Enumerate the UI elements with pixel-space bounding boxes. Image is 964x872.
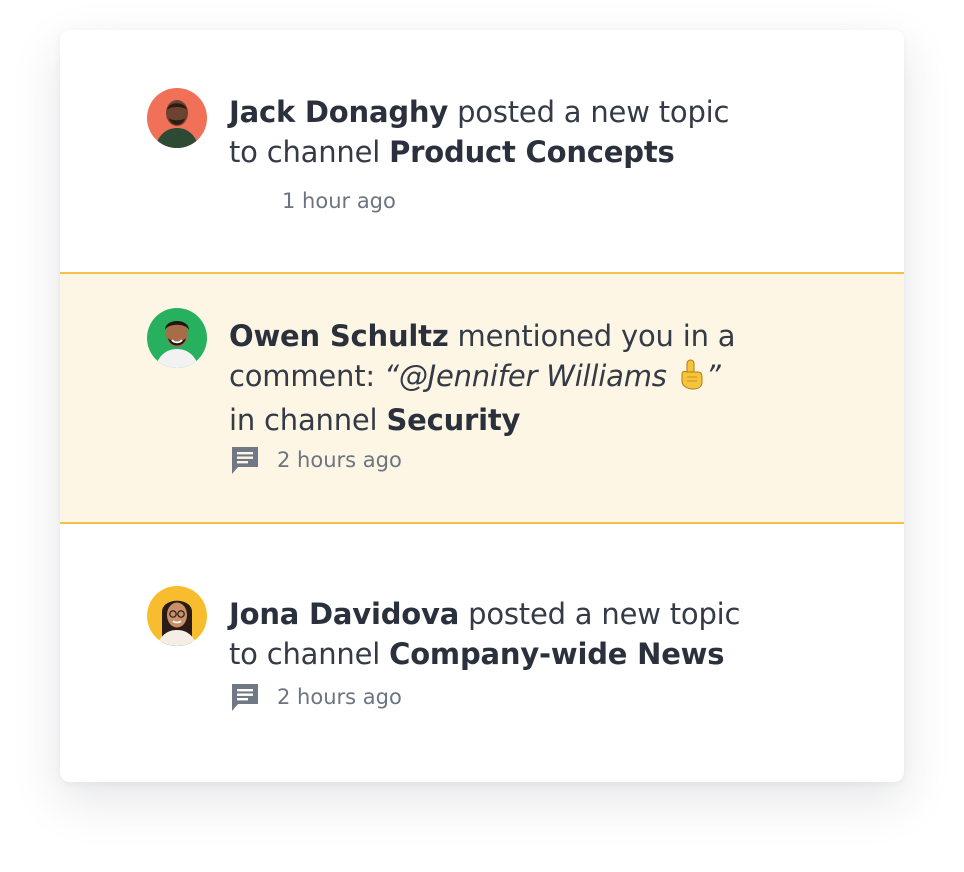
notification-meta: 2 hours ago	[229, 444, 402, 476]
action-text: comment:	[229, 359, 375, 393]
channel-name[interactable]: Product Concepts	[389, 135, 675, 169]
notification-text: Jack Donaghy posted a new topic to chann…	[229, 92, 749, 172]
action-text: to channel	[229, 637, 381, 671]
notification-text: Jona Davidova posted a new topic to chan…	[229, 594, 749, 674]
avatar-jona-davidova-icon	[147, 586, 207, 646]
timestamp: 2 hours ago	[277, 685, 402, 709]
action-text: to channel	[229, 135, 381, 169]
avatar[interactable]	[147, 586, 207, 646]
notification-text: Owen Schultz mentioned you in a comment:…	[229, 316, 749, 440]
comment-icon	[232, 684, 258, 711]
mention-text: @Jennifer Williams	[398, 359, 667, 393]
actor-name[interactable]: Jack Donaghy	[229, 95, 448, 129]
timestamp: 2 hours ago	[277, 448, 402, 472]
actor-name[interactable]: Jona Davidova	[229, 597, 459, 631]
channel-name[interactable]: Security	[386, 403, 520, 437]
avatar-owen-schultz-icon	[147, 308, 207, 368]
timestamp: 1 hour ago	[282, 189, 396, 213]
comment-icon	[232, 447, 258, 474]
avatar[interactable]	[147, 88, 207, 148]
action-text: in channel	[229, 403, 378, 437]
actor-name[interactable]: Owen Schultz	[229, 319, 449, 353]
quote-close: ”	[705, 359, 721, 393]
notification-meta: 1 hour ago	[282, 185, 396, 217]
avatar[interactable]	[147, 308, 207, 368]
notification-item[interactable]: Jack Donaghy posted a new topic to chann…	[60, 30, 904, 272]
pointing-up-emoji-icon	[676, 358, 706, 400]
channel-name[interactable]: Company-wide News	[389, 637, 724, 671]
notification-item-highlighted[interactable]: Owen Schultz mentioned you in a comment:…	[60, 272, 904, 524]
notification-item[interactable]: Jona Davidova posted a new topic to chan…	[60, 524, 904, 782]
avatar-jack-donaghy-icon	[147, 88, 207, 148]
notification-meta: 2 hours ago	[229, 681, 402, 713]
quote-open: “	[383, 359, 399, 393]
action-text: mentioned you in a	[457, 319, 736, 353]
notification-card: Jack Donaghy posted a new topic to chann…	[60, 30, 904, 782]
action-text: posted a new topic	[468, 597, 741, 631]
action-text: posted a new topic	[457, 95, 730, 129]
